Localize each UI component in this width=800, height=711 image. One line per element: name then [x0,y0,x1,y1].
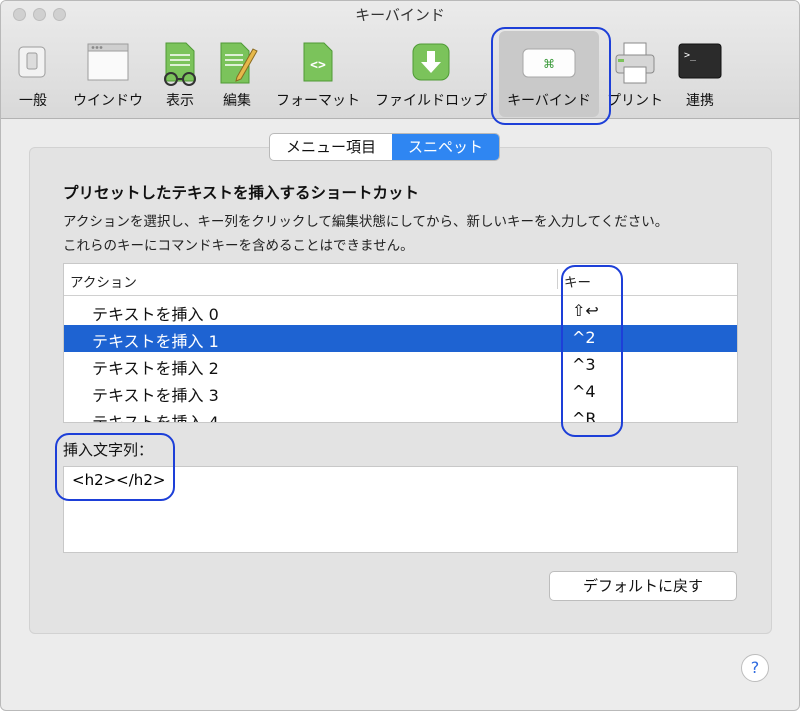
row-action: テキストを挿入 1 [92,332,219,351]
tab-snippets[interactable]: スニペット [392,134,500,160]
window-title: キーバインド [355,6,445,24]
toolbar-item-label: ファイルドロップ [375,93,487,109]
toolbar-item-label: フォーマット [276,93,360,109]
row-action: テキストを挿入 2 [92,359,219,378]
toolbar-item-label: ウインドウ [73,93,143,109]
toolbar-item-integration[interactable]: >_ 連携 [673,41,727,117]
toolbar-item-format[interactable]: <> フォーマット [271,41,365,117]
annotation-key-binding [491,27,611,125]
column-header-action[interactable]: アクション [70,271,137,291]
toolbar-item-label: 編集 [223,93,251,109]
terminal-icon: >_ [678,43,722,79]
section-note: これらのキーにコマンドキーを含めることはできません。 [63,238,414,254]
section-description: アクションを選択し、キー列をクリックして編集状態にしてから、新しいキーを入力して… [63,214,669,230]
table-row[interactable]: テキストを挿入 4 ^R [64,406,737,423]
annotation-key-column [561,265,623,437]
switch-icon [18,46,46,78]
section-heading: プリセットしたテキストを挿入するショートカット [63,184,420,202]
table-header: アクション キー [64,264,737,296]
table-row-selected[interactable]: テキストを挿入 1 ^2 [64,325,737,352]
toolbar-item-label: 一般 [19,93,47,109]
column-divider [557,269,558,289]
row-action: テキストを挿入 3 [92,386,219,405]
document-pencil-icon [220,42,258,84]
table-row[interactable]: テキストを挿入 3 ^4 [64,379,737,406]
table-row[interactable]: テキストを挿入 0 ⇧↩ [64,298,737,325]
shortcut-table: アクション キー テキストを挿入 0 ⇧↩ テキストを挿入 1 ^2 テキストを… [63,263,738,423]
help-button[interactable]: ? [741,654,769,682]
preferences-window: キーバインド 一般 ウインドウ 表示 編集 <> フォーマット ファイルドロップ… [0,0,800,711]
toolbar: キーバインド 一般 ウインドウ 表示 編集 <> フォーマット ファイルドロップ… [1,1,799,119]
tab-selector: メニュー項目 スニペット [269,133,501,161]
document-glasses-icon [164,42,196,86]
toolbar-item-general[interactable]: 一般 [7,41,59,117]
window-icon [87,43,129,81]
reset-default-button[interactable]: デフォルトに戻す [549,571,737,601]
toolbar-item-label: 連携 [686,93,714,109]
toolbar-item-file-drop[interactable]: ファイルドロップ [373,41,489,117]
toolbar-item-label: 表示 [166,93,194,109]
terminal-prompt: >_ [684,50,697,61]
toolbar-item-view[interactable]: 表示 [157,41,203,117]
row-action: テキストを挿入 0 [92,305,219,324]
toolbar-item-print[interactable]: プリント [603,41,667,117]
toolbar-item-label: プリント [607,93,663,109]
svg-text:<>: <> [310,58,326,73]
row-action: テキストを挿入 4 [92,413,219,423]
table-row[interactable]: テキストを挿入 2 ^3 [64,352,737,379]
tab-menu-items[interactable]: メニュー項目 [270,134,392,160]
annotation-insert-text [55,433,175,501]
toolbar-item-edit[interactable]: 編集 [211,41,263,117]
code-document-icon: <> [303,42,333,82]
printer-icon [615,42,655,84]
toolbar-item-window[interactable]: ウインドウ [67,41,149,117]
download-arrow-icon [412,43,450,81]
